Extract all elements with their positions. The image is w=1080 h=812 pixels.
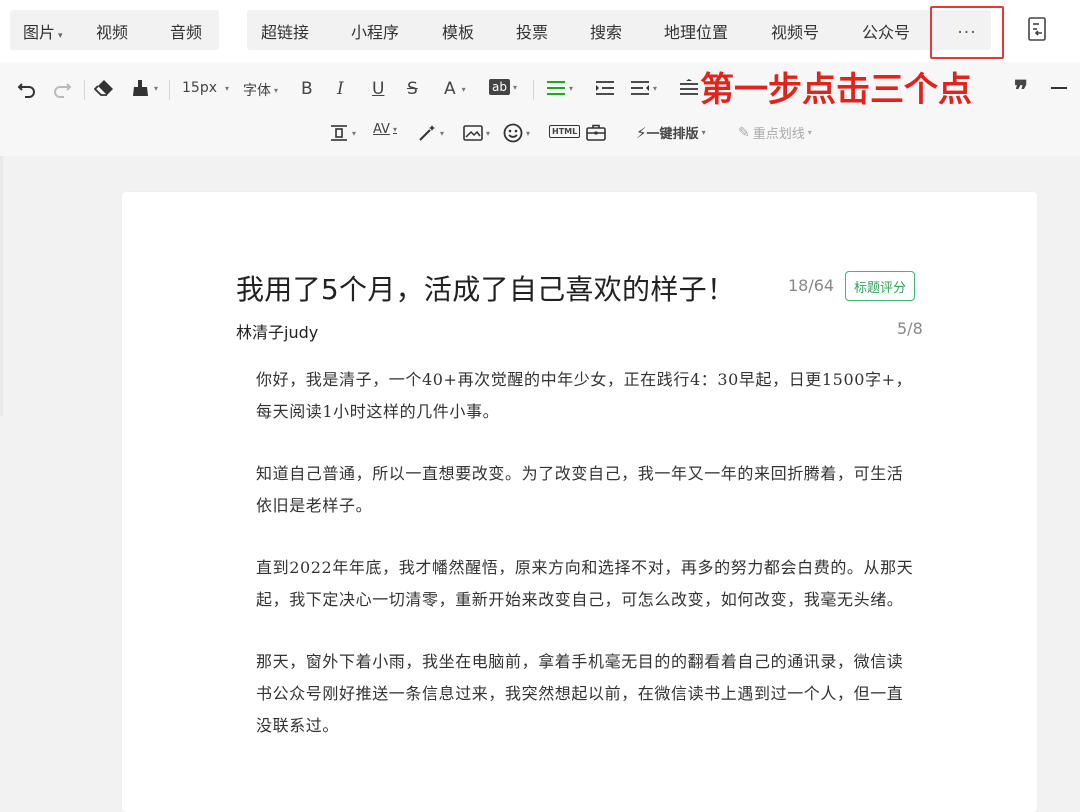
key-underline-button[interactable]: ✎ 重点划线 ▾ <box>738 123 812 143</box>
panel-exit-icon[interactable] <box>1024 14 1050 44</box>
highlight-button[interactable]: ab ▾ <box>489 79 517 95</box>
format-painter-icon[interactable]: ▾ <box>131 78 158 98</box>
media-tab-group: 图片 ▾ 视频 音频 <box>10 10 219 50</box>
chevron-down-icon: ▾ <box>392 125 397 134</box>
chevron-down-icon: ▾ <box>526 128 531 138</box>
chevron-down-icon: ▾ <box>58 31 63 41</box>
tab-location[interactable]: 地理位置 <box>664 19 728 43</box>
tab-video[interactable]: 视频 <box>96 19 128 43</box>
author-field[interactable]: 林清子judy <box>236 319 318 343</box>
redo-icon[interactable] <box>52 78 72 98</box>
line-height-icon[interactable] <box>679 79 699 97</box>
html-icon[interactable]: HTML <box>549 125 581 138</box>
body-paragraph: 直到2022年年底，我才幡然醒悟，原来方向和选择不对，再多的努力都会白费的。从那… <box>256 558 914 609</box>
body-paragraph: 你好，我是清子，一个40+再次觉醒的中年少女，正在践行4：30早起，日更1500… <box>256 370 913 421</box>
title-score-button[interactable]: 标题评分 <box>845 271 916 301</box>
image-icon[interactable]: ▾ <box>463 124 490 142</box>
chevron-down-icon: ▾ <box>225 83 230 93</box>
tab-mini-program[interactable]: 小程序 <box>351 19 399 43</box>
tab-search[interactable]: 搜索 <box>590 19 622 43</box>
toolbar-divider <box>533 80 534 100</box>
more-button[interactable]: ··· <box>930 6 1004 59</box>
more-dots-icon: ··· <box>957 22 977 43</box>
tab-channels[interactable]: 视频号 <box>771 19 819 43</box>
chevron-down-icon: ▾ <box>461 84 466 94</box>
align-icon[interactable]: ▾ <box>546 79 573 97</box>
one-click-format-button[interactable]: ⚡ 一键排版 ▾ <box>636 123 706 143</box>
tab-hyperlink[interactable]: 超链接 <box>261 19 309 43</box>
italic-button[interactable]: I <box>337 79 344 99</box>
body-paragraph: 知道自己普通，所以一直想要改变。为了改变自己，我一年又一年的来回折腾着，可生活依… <box>256 464 904 515</box>
toolbar-divider <box>169 80 170 100</box>
font-color-button[interactable]: A ▾ <box>444 79 466 99</box>
chevron-down-icon: ▾ <box>440 128 445 138</box>
body-paragraph: 那天，窗外下着小雨，我坐在电脑前，拿着手机毫无目的的翻看着自己的通讯录，微信读书… <box>256 652 904 735</box>
clear-format-icon[interactable] <box>94 78 116 98</box>
tab-template[interactable]: 模板 <box>442 19 474 43</box>
tab-official-account[interactable]: 公众号 <box>862 19 910 43</box>
left-edge-strip <box>0 156 3 416</box>
chevron-down-icon: ▾ <box>653 83 658 93</box>
chevron-down-icon: ▾ <box>352 128 357 138</box>
letter-spacing-icon[interactable]: ▾ <box>329 124 356 142</box>
insert-tab-group: 超链接 小程序 模板 投票 搜索 地理位置 视频号 公众号 <box>247 10 991 50</box>
chevron-down-icon: ▾ <box>512 82 517 92</box>
undo-icon[interactable] <box>17 78 37 98</box>
lightning-icon: ⚡ <box>636 123 647 142</box>
instruction-annotation: 第一步点击三个点 <box>700 70 972 110</box>
list-icon[interactable]: ▾ <box>630 79 657 97</box>
horizontal-rule-icon[interactable] <box>1050 79 1068 97</box>
font-size-select[interactable]: 15px ▾ <box>182 80 229 96</box>
emoji-icon[interactable]: ▾ <box>503 123 530 143</box>
tab-image[interactable]: 图片 ▾ <box>23 19 63 43</box>
toolbox-icon[interactable] <box>586 124 606 142</box>
tab-audio[interactable]: 音频 <box>170 19 202 43</box>
chevron-down-icon: ▾ <box>701 128 706 137</box>
title-char-count: 18/64 <box>788 276 835 295</box>
chevron-down-icon: ▾ <box>154 83 159 93</box>
tab-vote[interactable]: 投票 <box>516 19 548 43</box>
strikethrough-button[interactable]: S <box>407 79 418 99</box>
chevron-down-icon: ▾ <box>274 85 279 95</box>
chevron-down-icon: ▾ <box>486 128 491 138</box>
magic-wand-icon[interactable]: ▾ <box>417 124 444 142</box>
indent-icon[interactable] <box>595 79 615 97</box>
chevron-down-icon: ▾ <box>569 83 574 93</box>
insert-toolbar: 图片 ▾ 视频 音频 超链接 小程序 模板 投票 搜索 地理位置 视频号 公众号 … <box>0 0 1080 62</box>
toolbar-divider <box>84 80 85 100</box>
bold-button[interactable]: B <box>301 79 313 99</box>
article-title[interactable]: 我用了5个月，活成了自己喜欢的样子！ <box>236 268 735 308</box>
quote-button[interactable]: ❞ <box>1014 76 1028 106</box>
article-body[interactable]: 你好，我是清子，一个40+再次觉醒的中年少女，正在践行4：30早起，日更1500… <box>256 364 916 772</box>
chevron-down-icon: ▾ <box>807 128 812 137</box>
font-family-select[interactable]: 字体 ▾ <box>243 80 278 100</box>
char-spacing-button[interactable]: AV ▾ <box>373 122 397 137</box>
editor-canvas: 我用了5个月，活成了自己喜欢的样子！ 18/64 标题评分 林清子judy 5/… <box>122 192 1037 812</box>
underline-button[interactable]: U <box>372 79 384 99</box>
author-char-count: 5/8 <box>897 319 923 338</box>
highlighter-icon: ✎ <box>738 124 750 141</box>
